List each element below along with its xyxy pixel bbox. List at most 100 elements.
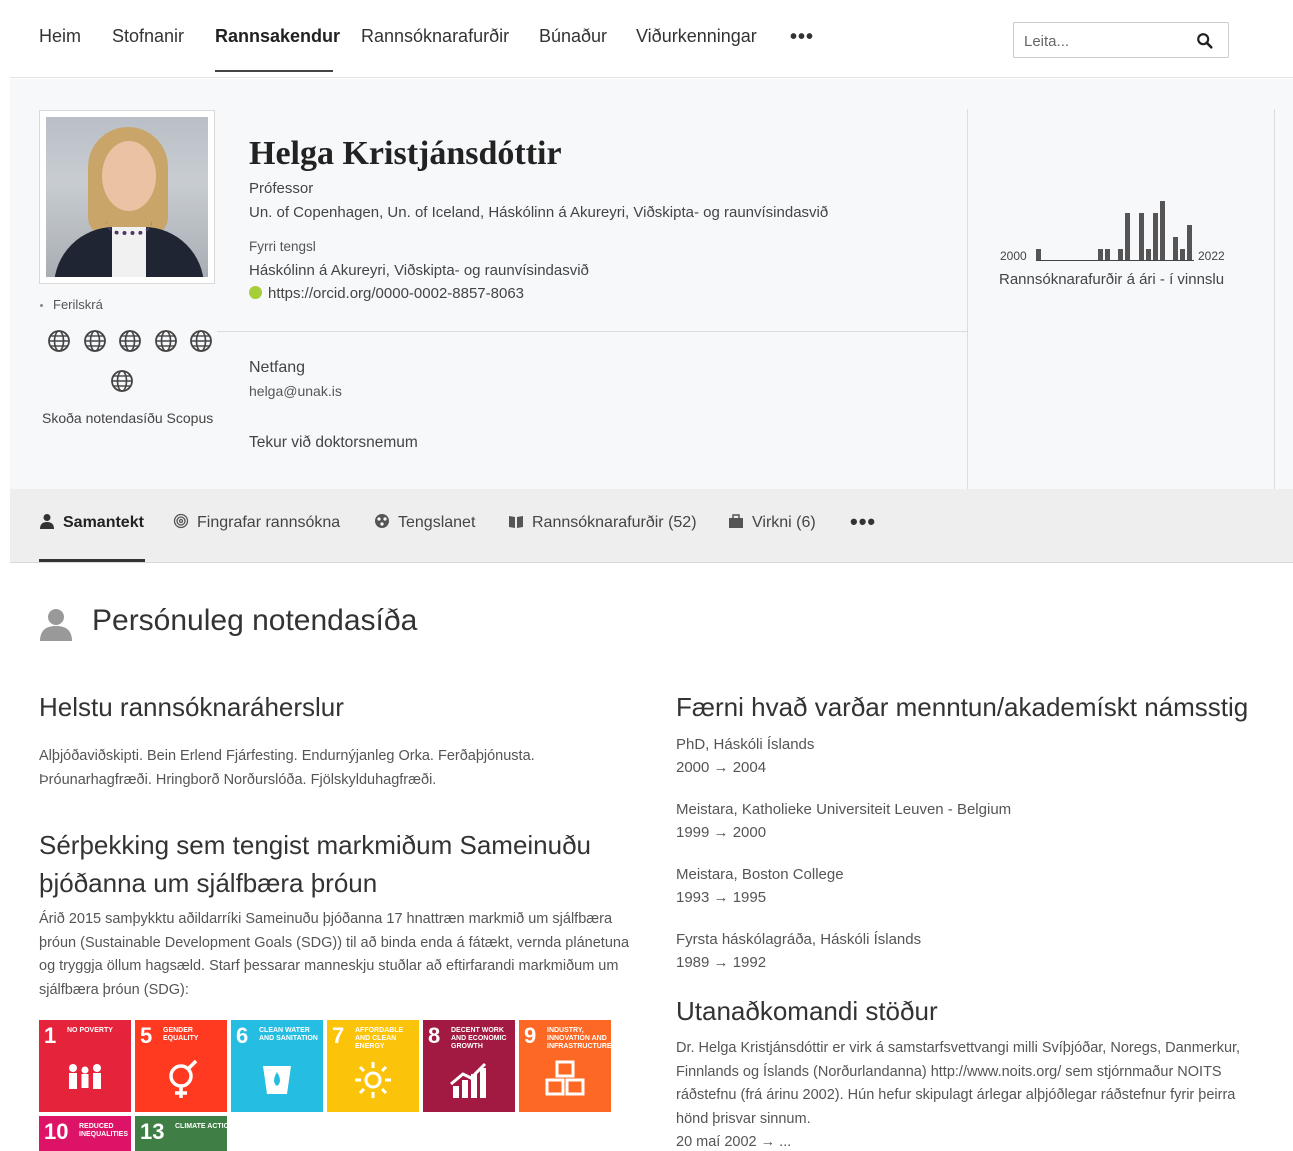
external-positions-heading: Utanaðkomandi stöður	[676, 996, 938, 1026]
tab-label: Tengslanet	[398, 514, 476, 531]
sdg-tiles: 1 No poverty 5 Gender equality 6 Clean water …	[39, 1020, 619, 1151]
nav-item-stofnanir[interactable]: Stofnanir	[112, 26, 184, 47]
sdg-tile[interactable]: 5 Gender equality	[135, 1020, 227, 1112]
chart-bar	[1152, 213, 1158, 261]
education-degree: PhD, Háskóli Íslands	[676, 736, 815, 753]
sdg-tile[interactable]: 7 Affordable and clean energy	[327, 1020, 419, 1112]
chart-bar	[1139, 213, 1144, 261]
cubes-icon	[545, 1060, 585, 1096]
chart-end-year: 2022	[1198, 249, 1225, 263]
sun-icon	[355, 1062, 391, 1098]
tab-fingrafar[interactable]: Fingrafar rannsókna	[173, 513, 340, 532]
sdg-label: Gender equality	[163, 1027, 199, 1042]
active-nav-underline	[215, 70, 333, 72]
globe-icon[interactable]	[83, 329, 107, 353]
search-input[interactable]	[1024, 30, 1184, 52]
researcher-name: Helga Kristjánsdóttir	[249, 135, 562, 172]
nav-item-heim[interactable]: Heim	[39, 26, 81, 47]
education-degree: Meistara, Katholieke Universiteit Leuven…	[676, 801, 1012, 818]
sdg-tile[interactable]: 13 Climate action	[135, 1116, 234, 1151]
person-icon	[40, 609, 72, 641]
profile-photo	[46, 117, 208, 277]
nav-item-bunadur[interactable]: Búnaður	[539, 26, 607, 47]
globe-icon[interactable]	[118, 329, 142, 353]
sdg-tile[interactable]: 1 No poverty	[39, 1020, 131, 1112]
tab-label: Rannsóknarafurðir (52)	[532, 514, 697, 531]
education-entry: Meistara, Katholieke Universiteit Leuven…	[676, 798, 1011, 844]
former-affiliation[interactable]: Háskólinn á Akureyri, Viðskipta- og raun…	[249, 262, 589, 279]
sdg-number: 9	[524, 1023, 537, 1048]
tab-virkni[interactable]: Virkni (6)	[728, 513, 816, 532]
education-entry: PhD, Háskóli Íslands 2000 → 2004	[676, 733, 814, 779]
nav-item-rannsakendur[interactable]: Rannsakendur	[215, 26, 340, 47]
globe-icon[interactable]	[154, 329, 178, 353]
tab-label: Fingrafar rannsókna	[197, 514, 341, 531]
profile-tabs: Samantekt Fingrafar rannsókna Tengslanet…	[10, 489, 1293, 563]
email-label: Netfang	[249, 359, 306, 376]
education-degree: Fyrsta háskólagráða, Háskóli Íslands	[676, 931, 922, 948]
sdg-number: 13	[140, 1119, 165, 1144]
scopus-profile-link[interactable]: Skoða notendasíðu Scopus	[42, 410, 213, 426]
globe-icon[interactable]	[47, 329, 71, 353]
search-icon[interactable]	[1196, 32, 1214, 50]
active-tab-underline	[39, 559, 145, 562]
web-links-row-2	[110, 369, 134, 399]
fingerprint-icon	[173, 513, 189, 529]
nav-item-vidurkenningar[interactable]: Viðurkenningar	[636, 26, 757, 47]
family-icon	[69, 1064, 101, 1089]
job-title: Prófessor	[249, 180, 314, 197]
chart-bar	[1187, 225, 1193, 261]
output-per-year-chart[interactable]: 2000 2022	[1000, 189, 1240, 269]
sdg-tile[interactable]: 9 Industry, innovation and infrastructure	[519, 1020, 612, 1112]
sdg-description: Árið 2015 samþykktu aðildarríki Sameinuð…	[39, 911, 630, 998]
chart-bar	[1173, 237, 1179, 261]
affiliations[interactable]: Un. of Copenhagen, Un. of Iceland, Háskó…	[249, 204, 828, 221]
profile-header: Ferilskrá Skoða notendasíðu Scopus Helga…	[10, 79, 1293, 489]
sdg-label: Reduced inequalities	[79, 1123, 129, 1138]
tab-label: Samantekt	[63, 514, 144, 531]
briefcase-icon	[729, 514, 743, 528]
orcid-link[interactable]: https://orcid.org/0000-0002-8857-8063	[249, 285, 524, 302]
network-icon	[375, 514, 389, 528]
globe-icon[interactable]	[110, 369, 134, 393]
education-entry: Fyrsta háskólagráða, Háskóli Íslands 198…	[676, 928, 921, 974]
sdg-number: 1	[44, 1023, 57, 1048]
gender-icon	[169, 1060, 198, 1098]
tab-rannsoknarafurdir[interactable]: Rannsóknarafurðir (52)	[508, 513, 697, 532]
education-years: 1989 → 1992	[676, 954, 767, 971]
tab-samantekt[interactable]: Samantekt	[39, 513, 144, 532]
tabs-more-button[interactable]: •••	[850, 509, 876, 535]
sdg-label: Affordable and clean energy	[355, 1027, 404, 1050]
book-icon	[509, 516, 523, 528]
nav-more-button[interactable]: •••	[790, 26, 814, 49]
sdg-label: Decent work and economic growth	[451, 1027, 507, 1050]
page-title: Persónuleg notendasíða	[92, 604, 418, 637]
sdg-tile[interactable]: 8 Decent work and economic growth	[423, 1020, 515, 1112]
sdg-number: 7	[332, 1023, 345, 1048]
sdg-tile[interactable]: 10 Reduced inequalities	[39, 1116, 131, 1151]
sdg-tile[interactable]: 6 Clean water and sanitation	[231, 1020, 323, 1112]
email-address[interactable]: helga@unak.is	[249, 383, 342, 399]
phd-supervision-note: Tekur við doktorsnemum	[249, 434, 418, 451]
nav-item-rannsoknarafurdir[interactable]: Rannsóknarafurðir	[361, 26, 509, 47]
chart-bar	[1125, 213, 1131, 261]
sdg-label: Climate action	[175, 1123, 235, 1130]
web-links-row	[47, 329, 213, 359]
cv-link[interactable]: Ferilskrá	[40, 297, 103, 312]
education-entry: Meistara, Boston College 1993 → 1995	[676, 863, 844, 909]
external-positions-period: 20 maí 2002 → ...	[676, 1134, 792, 1150]
orcid-icon	[249, 286, 262, 299]
tab-tengslanet[interactable]: Tengslanet	[374, 513, 475, 532]
search-box	[1013, 22, 1229, 58]
cv-link-label: Ferilskrá	[53, 297, 103, 312]
sdg-number: 6	[236, 1023, 249, 1048]
water-icon	[263, 1066, 291, 1094]
education-years: 2000 → 2004	[676, 759, 767, 776]
profile-vertical-divider-right	[1274, 109, 1275, 489]
sdg-number: 5	[140, 1023, 153, 1048]
globe-icon[interactable]	[189, 329, 213, 353]
chart-start-year: 2000	[1000, 249, 1027, 263]
profile-vertical-divider	[967, 109, 968, 489]
orcid-url: https://orcid.org/0000-0002-8857-8063	[268, 285, 525, 302]
research-focus-text: Alþjóðaviðskipti. Bein Erlend Fjárfestin…	[39, 748, 535, 788]
